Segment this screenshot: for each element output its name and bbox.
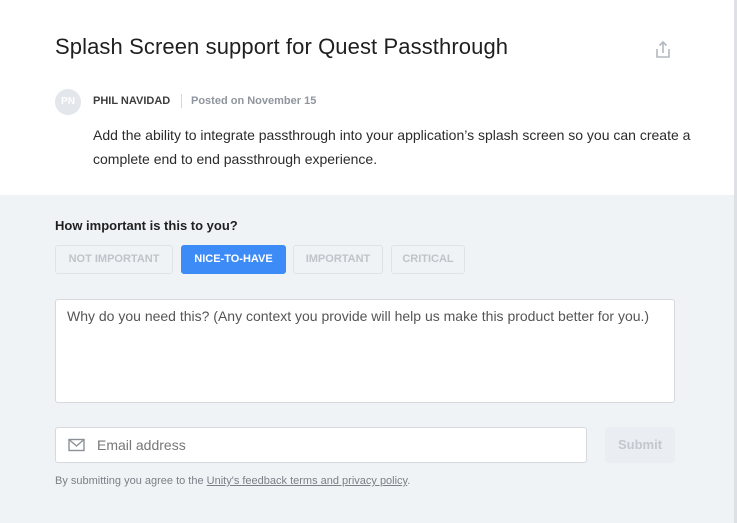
mail-icon (68, 438, 85, 452)
email-placeholder: Email address (97, 437, 186, 453)
reason-textarea[interactable]: Why do you need this? (Any context you p… (55, 299, 675, 403)
submit-button[interactable]: Submit (605, 427, 675, 463)
idea-header: Splash Screen support for Quest Passthro… (0, 0, 737, 195)
terms-notice: By submitting you agree to the Unity's f… (55, 475, 410, 487)
terms-suffix: . (407, 475, 411, 487)
email-field[interactable]: Email address (55, 427, 587, 463)
terms-prefix: By submitting you agree to the (55, 475, 207, 487)
avatar: PN (55, 89, 81, 115)
idea-description: Add the ability to integrate passthrough… (93, 127, 691, 167)
option-not-important[interactable]: NOT IMPORTANT (55, 245, 173, 274)
share-icon[interactable] (653, 40, 673, 60)
posted-date: Posted on November 15 (191, 95, 317, 107)
option-nice-to-have[interactable]: NICE-TO-HAVE (181, 245, 286, 274)
idea-title: Splash Screen support for Quest Passthro… (55, 34, 509, 59)
option-important[interactable]: IMPORTANT (293, 245, 383, 274)
option-critical[interactable]: CRITICAL (391, 245, 465, 274)
terms-link[interactable]: Unity's feedback terms and privacy polic… (207, 475, 408, 487)
meta-divider (181, 94, 182, 108)
importance-label: How important is this to you? (55, 218, 238, 233)
author-name: PHIL NAVIDAD (93, 95, 171, 107)
